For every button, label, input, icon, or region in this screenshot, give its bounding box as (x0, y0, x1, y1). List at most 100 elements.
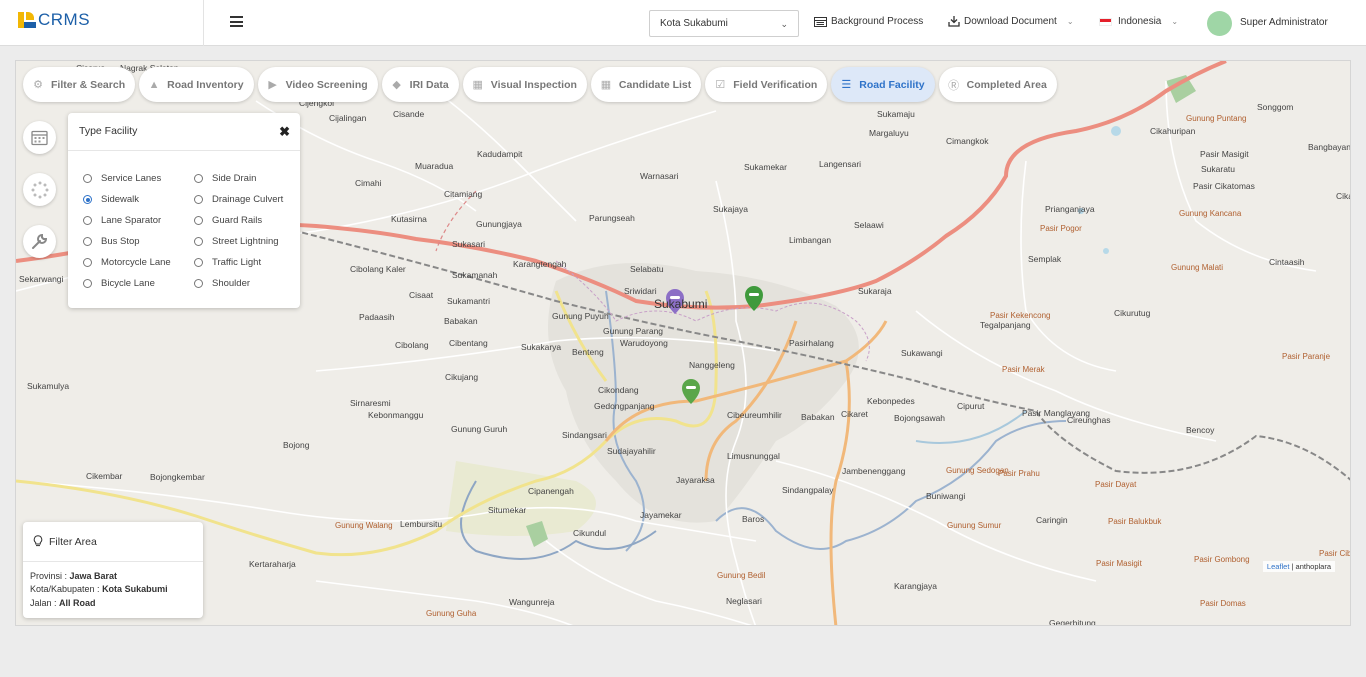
place-label: Parungseah (589, 213, 635, 223)
close-icon[interactable]: ✖ (279, 124, 290, 140)
jalan-label: Jalan : (30, 598, 60, 608)
facility-option-bus-stop[interactable]: Bus Stop (83, 236, 140, 247)
peak-label: Gunung Sumur (947, 521, 1002, 530)
attribution-text: | anthoplara (1289, 562, 1331, 571)
radio-button[interactable] (194, 216, 203, 225)
place-label: Gegerbitung (1049, 618, 1096, 626)
place-label: Langensari (819, 159, 862, 169)
peak-label: Pasir Merak (1002, 365, 1045, 374)
place-label: Sukamantri (447, 296, 490, 306)
wrench-tool-button[interactable] (23, 225, 56, 258)
tab-candidate-list[interactable]: ▦ Candidate List (590, 67, 702, 102)
tab-filter-search[interactable]: ⚙ Filter & Search (23, 67, 136, 102)
app-logo[interactable]: CRMS (18, 10, 90, 30)
peak-label: Gunung Kancana (1179, 209, 1242, 218)
place-label: Babakan (444, 316, 478, 326)
place-label: Sriwidari (624, 286, 657, 296)
loading-tool-button[interactable] (23, 173, 56, 206)
place-label: Sukamulya (27, 381, 70, 391)
place-label: Cikahuripan (1150, 126, 1196, 136)
place-label: Gedongpanjang (594, 401, 655, 411)
facility-option-service-lanes[interactable]: Service Lanes (83, 173, 161, 184)
peak-label: Pasir Pogor (1040, 224, 1082, 233)
place-label: Karangjaya (894, 581, 938, 591)
city-select[interactable]: Kota Sukabumi ⌄ (649, 10, 799, 37)
place-label: Sukamaju (877, 109, 915, 119)
radio-button[interactable] (83, 174, 92, 183)
radio-button[interactable] (83, 195, 92, 204)
download-document-button[interactable]: Download Document ⌄ (948, 16, 1074, 27)
chevron-down-icon: ⌄ (1066, 17, 1074, 26)
place-label: Jambenenggang (842, 466, 906, 476)
provinsi-label: Provinsi : (30, 571, 70, 581)
facility-option-drainage-culvert[interactable]: Drainage Culvert (194, 194, 283, 205)
radio-button[interactable] (83, 216, 92, 225)
calendar-tool-button[interactable] (23, 121, 56, 154)
radio-button[interactable] (194, 237, 203, 246)
place-label: Kertaraharja (249, 559, 296, 569)
map-attribution: Leaflet | anthoplara (1262, 561, 1335, 572)
filter-provinsi-row: Provinsi : Jawa Barat (30, 571, 117, 581)
facility-option-sidewalk[interactable]: Sidewalk (83, 194, 139, 205)
language-select[interactable]: Indonesia ⌄ (1099, 16, 1178, 27)
radio-button[interactable] (194, 195, 203, 204)
download-document-label: Download Document (964, 16, 1057, 27)
r-circle-icon: Ⓡ (948, 79, 960, 92)
tab-visual-inspection[interactable]: ▦ Visual Inspection (462, 67, 587, 102)
app-logo-text: CRMS (38, 10, 91, 29)
radio-button[interactable] (194, 279, 203, 288)
place-label: Jayaraksa (676, 475, 715, 485)
place-label: Wangunreja (509, 597, 555, 607)
facility-option-traffic-light[interactable]: Traffic Light (194, 257, 261, 268)
road-icon: ▲ (148, 78, 160, 91)
facility-option-street-lightning[interactable]: Street Lightning (194, 236, 279, 247)
facility-option-label: Motorcycle Lane (101, 257, 171, 268)
tab-field-verification[interactable]: ☑ Field Verification (705, 67, 828, 102)
user-avatar[interactable] (1207, 11, 1232, 36)
crms-logo-icon (18, 12, 36, 28)
peak-label: Gunung Walang (335, 521, 393, 530)
facility-option-motorcycle-lane[interactable]: Motorcycle Lane (83, 257, 171, 268)
filter-area-title: Filter Area (49, 536, 97, 548)
place-label: Cikembar (86, 471, 123, 481)
facility-option-bicycle-lane[interactable]: Bicycle Lane (83, 278, 155, 289)
place-label: Bojongkembar (150, 472, 205, 482)
background-process-button[interactable]: Background Process (814, 16, 923, 27)
user-name[interactable]: Super Administrator (1240, 17, 1328, 28)
facility-option-label: Drainage Culvert (212, 194, 284, 205)
tab-road-inventory[interactable]: ▲ Road Inventory (139, 67, 254, 102)
place-label: Baros (742, 514, 765, 524)
place-label: Cikundul (573, 528, 607, 538)
radio-button[interactable] (83, 279, 92, 288)
peak-label: Pasir Prahu (998, 469, 1040, 478)
place-label: Cibolang (395, 340, 429, 350)
radio-button[interactable] (83, 258, 92, 267)
spinner-icon (31, 181, 48, 198)
tab-video-screening[interactable]: ▶ Video Screening (257, 67, 378, 102)
place-label: Sukamekar (744, 162, 787, 172)
facility-option-side-drain[interactable]: Side Drain (194, 173, 256, 184)
city-select-value: Kota Sukabumi (660, 18, 728, 29)
facility-option-shoulder[interactable]: Shoulder (194, 278, 250, 289)
facility-option-guard-rails[interactable]: Guard Rails (194, 215, 262, 226)
radio-button[interactable] (194, 174, 203, 183)
tab-road-facility[interactable]: ☰ Road Facility (831, 67, 935, 102)
gear-icon: ⚙ (33, 79, 43, 91)
place-label: Cintaasih (1269, 257, 1305, 267)
tab-label: Road Facility (859, 78, 925, 91)
tab-completed-area[interactable]: Ⓡ Completed Area (938, 67, 1057, 102)
place-label: Bojong (283, 440, 310, 450)
radio-button[interactable] (83, 237, 92, 246)
leaflet-link[interactable]: Leaflet (1267, 562, 1290, 571)
facility-option-lane-sparator[interactable]: Lane Sparator (83, 215, 161, 226)
download-icon (948, 16, 960, 27)
place-label: Prianganjaya (1045, 204, 1095, 214)
place-label: Sukaraja (858, 286, 892, 296)
tab-iri-data[interactable]: ◆ IRI Data (381, 67, 459, 102)
place-label: Buniwangi (926, 491, 966, 501)
facility-option-label: Street Lightning (212, 236, 279, 247)
place-label: Kebonmanggu (368, 410, 424, 420)
peak-label: Pasir Gombong (1194, 555, 1250, 564)
radio-button[interactable] (194, 258, 203, 267)
menu-toggle-icon[interactable] (230, 16, 243, 27)
